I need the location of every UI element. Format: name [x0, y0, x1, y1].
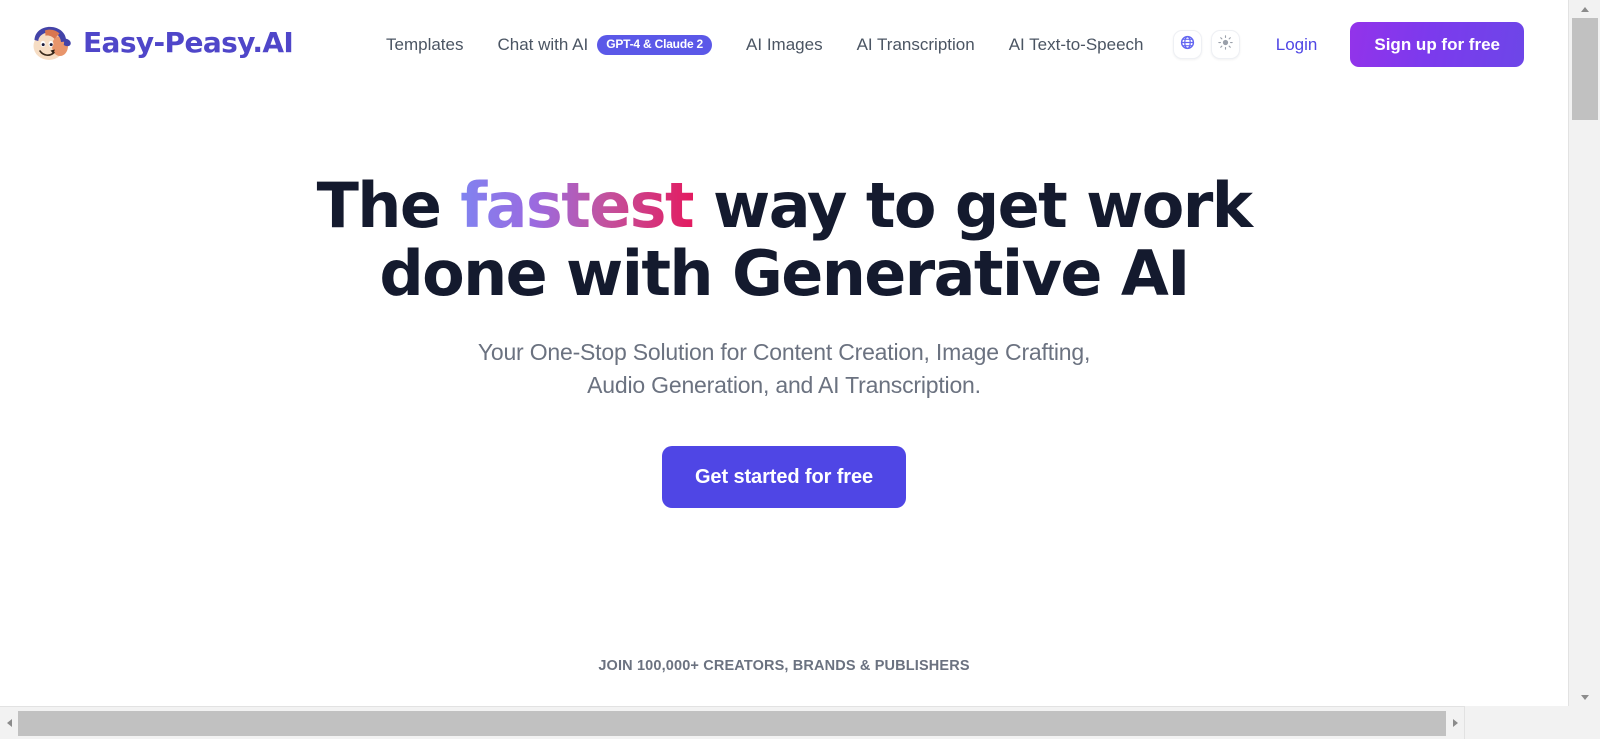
- page-title: The fastest way to get work done with Ge…: [279, 172, 1289, 308]
- sun-icon: [1218, 34, 1233, 55]
- scrollbar-corner: [1464, 706, 1600, 739]
- nav-badge-models: GPT-4 & Claude 2: [597, 35, 713, 55]
- theme-toggle-button[interactable]: [1210, 30, 1240, 59]
- nav-link-label[interactable]: Templates: [386, 30, 463, 60]
- horizontal-scrollbar-thumb[interactable]: [18, 711, 1508, 736]
- globe-icon: [1180, 35, 1195, 55]
- triangle-left-icon: [6, 719, 12, 727]
- login-link[interactable]: Login: [1276, 35, 1318, 55]
- get-started-button[interactable]: Get started for free: [661, 446, 907, 508]
- signup-button[interactable]: Sign up for free: [1350, 22, 1524, 67]
- scroll-right-button[interactable]: [1446, 707, 1464, 739]
- hero-title-highlight: fastest: [460, 169, 694, 242]
- brand-logo[interactable]: Easy-Peasy.AI: [26, 18, 294, 66]
- nav-link-label[interactable]: AI Images: [746, 30, 823, 60]
- hero-section: The fastest way to get work done with Ge…: [0, 90, 1568, 675]
- nav-item-chat-with-ai[interactable]: Chat with AI GPT-4 & Claude 2: [497, 30, 713, 60]
- vertical-scrollbar[interactable]: [1568, 0, 1600, 706]
- social-proof-text: JOIN 100,000+ CREATORS, BRANDS & PUBLISH…: [598, 658, 970, 674]
- scroll-up-button[interactable]: [1569, 0, 1600, 18]
- nav-item-ai-images[interactable]: AI Images: [746, 30, 823, 60]
- main-navigation: Templates Chat with AI GPT-4 & Claude 2 …: [386, 30, 1144, 60]
- brand-name: Easy-Peasy.AI: [83, 25, 294, 59]
- scroll-left-button[interactable]: [0, 707, 18, 739]
- header-actions: Login Sign up for free: [1172, 22, 1524, 67]
- cartoon-face-with-cap-icon: [26, 18, 74, 66]
- horizontal-scrollbar[interactable]: [0, 706, 1600, 739]
- hero-title-part1: The: [316, 169, 461, 242]
- nav-item-ai-text-to-speech[interactable]: AI Text-to-Speech: [1009, 30, 1144, 60]
- page-content: Easy-Peasy.AI Templates Chat with AI GPT…: [0, 0, 1568, 706]
- browser-viewport: Easy-Peasy.AI Templates Chat with AI GPT…: [0, 0, 1600, 739]
- triangle-right-icon: [1452, 719, 1458, 727]
- site-header: Easy-Peasy.AI Templates Chat with AI GPT…: [0, 0, 1568, 90]
- vertical-scrollbar-thumb[interactable]: [1572, 18, 1598, 120]
- scroll-down-button[interactable]: [1569, 688, 1600, 706]
- hero-subtitle: Your One-Stop Solution for Content Creat…: [477, 339, 1091, 398]
- triangle-up-icon: [1580, 6, 1589, 12]
- triangle-down-icon: [1580, 694, 1589, 700]
- nav-link-label[interactable]: Chat with AI: [497, 30, 588, 60]
- nav-item-ai-transcription[interactable]: AI Transcription: [857, 30, 975, 60]
- nav-link-label[interactable]: AI Text-to-Speech: [1009, 30, 1144, 60]
- nav-link-label[interactable]: AI Transcription: [857, 30, 975, 60]
- language-switch-button[interactable]: [1172, 30, 1202, 59]
- nav-item-templates[interactable]: Templates: [386, 30, 463, 60]
